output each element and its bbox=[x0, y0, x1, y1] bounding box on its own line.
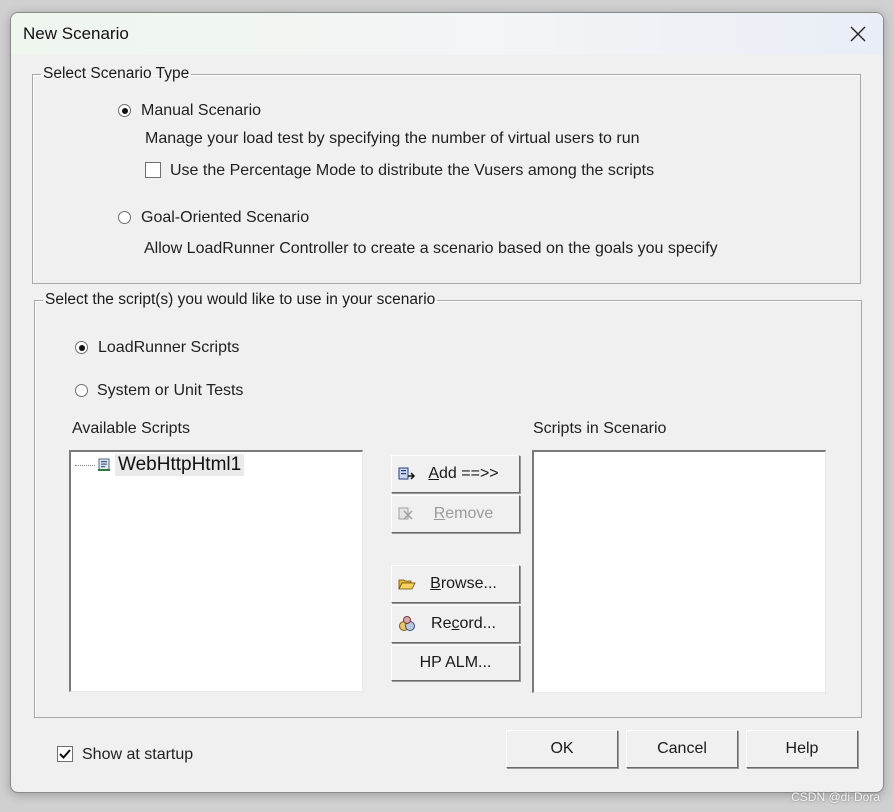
script-name[interactable]: WebHttpHtml1 bbox=[115, 454, 245, 476]
percentage-mode-label[interactable]: Use the Percentage Mode to distribute th… bbox=[170, 162, 654, 180]
available-scripts-label: Available Scripts bbox=[72, 420, 190, 437]
record-button[interactable]: Record... bbox=[391, 605, 520, 643]
checkmark-icon bbox=[59, 749, 71, 759]
manual-scenario-description: Manage your load test by specifying the … bbox=[145, 130, 640, 147]
show-at-startup-label[interactable]: Show at startup bbox=[82, 746, 193, 764]
browse-label: rowse... bbox=[440, 575, 497, 592]
record-label-pre: Re bbox=[431, 615, 452, 632]
scripts-legend: Select the script(s) you would like to u… bbox=[45, 291, 436, 308]
scripts-in-scenario-list[interactable] bbox=[532, 450, 826, 693]
goal-oriented-radio[interactable] bbox=[118, 211, 131, 224]
cancel-button[interactable]: Cancel bbox=[626, 730, 738, 768]
add-button[interactable]: Add ==>> bbox=[391, 455, 520, 493]
cancel-label: Cancel bbox=[657, 740, 707, 757]
goal-oriented-label[interactable]: Goal-Oriented Scenario bbox=[141, 209, 309, 227]
watermark: CSDN @di-Dora bbox=[791, 790, 880, 804]
manual-scenario-label[interactable]: Manual Scenario bbox=[141, 102, 261, 120]
remove-script-icon bbox=[396, 505, 418, 523]
tree-item[interactable]: WebHttpHtml1 bbox=[75, 454, 245, 476]
ok-label: OK bbox=[550, 740, 574, 757]
goal-oriented-description: Allow LoadRunner Controller to create a … bbox=[144, 240, 718, 257]
help-label: Help bbox=[785, 740, 819, 757]
loadrunner-scripts-radio[interactable] bbox=[75, 341, 88, 354]
tree-connector bbox=[75, 464, 95, 466]
help-button[interactable]: Help bbox=[746, 730, 858, 768]
percentage-mode-checkbox[interactable] bbox=[145, 162, 161, 178]
show-at-startup-checkbox[interactable] bbox=[57, 746, 73, 762]
loadrunner-scripts-label[interactable]: LoadRunner Scripts bbox=[98, 339, 239, 357]
window-title: New Scenario bbox=[23, 24, 129, 43]
hp-alm-label: HP ALM... bbox=[419, 654, 492, 671]
add-mnemonic: A bbox=[428, 465, 440, 482]
folder-open-icon bbox=[396, 575, 418, 593]
hp-alm-button[interactable]: HP ALM... bbox=[391, 645, 520, 681]
add-script-icon bbox=[396, 465, 418, 483]
browse-button[interactable]: Browse... bbox=[391, 565, 520, 603]
record-label: ord... bbox=[459, 615, 496, 632]
close-button[interactable] bbox=[841, 17, 875, 51]
system-unit-tests-radio[interactable] bbox=[75, 384, 88, 397]
remove-button[interactable]: Remove bbox=[391, 495, 520, 533]
ok-button[interactable]: OK bbox=[506, 730, 618, 768]
manual-scenario-radio[interactable] bbox=[118, 104, 131, 117]
add-label: dd ==>> bbox=[439, 465, 499, 482]
remove-label: emove bbox=[445, 505, 494, 522]
remove-mnemonic: R bbox=[433, 505, 446, 522]
new-scenario-dialog: New Scenario Select Scenario Type Manual… bbox=[10, 12, 884, 793]
scripts-in-scenario-label: Scripts in Scenario bbox=[533, 420, 667, 437]
title-bar: New Scenario bbox=[11, 13, 883, 55]
script-icon bbox=[98, 458, 110, 471]
close-icon bbox=[850, 26, 866, 42]
record-icon bbox=[396, 615, 418, 633]
scenario-type-legend: Select Scenario Type bbox=[43, 65, 190, 82]
available-scripts-list[interactable]: WebHttpHtml1 bbox=[69, 450, 363, 692]
system-unit-tests-label[interactable]: System or Unit Tests bbox=[97, 382, 243, 400]
browse-mnemonic: B bbox=[430, 575, 441, 592]
